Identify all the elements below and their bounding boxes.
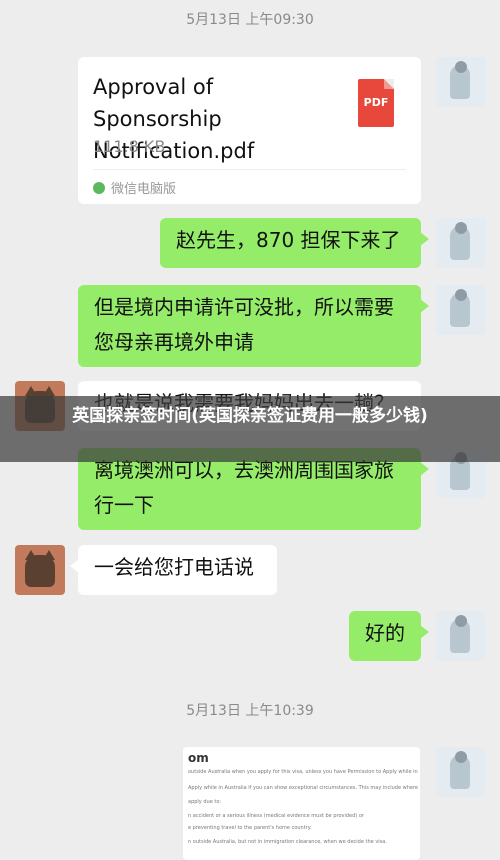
avatar-self[interactable] (436, 218, 486, 268)
doc-line: n accident or a serious illness (medical… (188, 813, 364, 819)
doc-line: Apply while in Australia if you can show… (188, 785, 418, 791)
doc-title: om (188, 751, 209, 765)
avatar-contact[interactable] (15, 545, 65, 595)
file-size: 111.8 KB (93, 137, 166, 156)
wechat-icon (93, 182, 105, 194)
file-source: 微信电脑版 (93, 178, 176, 197)
timestamp: 5月13日 上午10:39 (186, 703, 314, 719)
doc-line: n outside Australia, but not in immigrat… (188, 839, 387, 845)
message-bubble[interactable]: 一会给您打电话说 (70, 545, 277, 595)
divider (93, 169, 406, 170)
avatar-self[interactable] (436, 285, 486, 335)
avatar-self[interactable] (436, 611, 486, 661)
doc-line: e preventing travel to the parent's home… (188, 825, 312, 831)
timestamp: 5月13日 上午09:30 (186, 12, 314, 28)
file-message-card[interactable]: Approval of Sponsorship Notification.pdf… (78, 57, 421, 204)
doc-line: apply due to: (188, 799, 222, 805)
avatar-self[interactable] (436, 747, 486, 797)
message-bubble[interactable]: 但是境内申请许可没批，所以需要您母亲再境外申请 (78, 285, 429, 367)
title-overlay-banner: 英国探亲签时间(英国探亲签证费用一般多少钱) (0, 396, 500, 462)
message-bubble[interactable]: 赵先生，870 担保下来了 (160, 218, 429, 268)
avatar-self[interactable] (436, 57, 486, 107)
message-bubble[interactable]: 好的 (349, 611, 429, 661)
doc-line: outside Australia when you apply for thi… (188, 769, 418, 775)
document-image-message[interactable]: om outside Australia when you apply for … (183, 747, 420, 860)
pdf-icon: PDF (358, 79, 394, 127)
